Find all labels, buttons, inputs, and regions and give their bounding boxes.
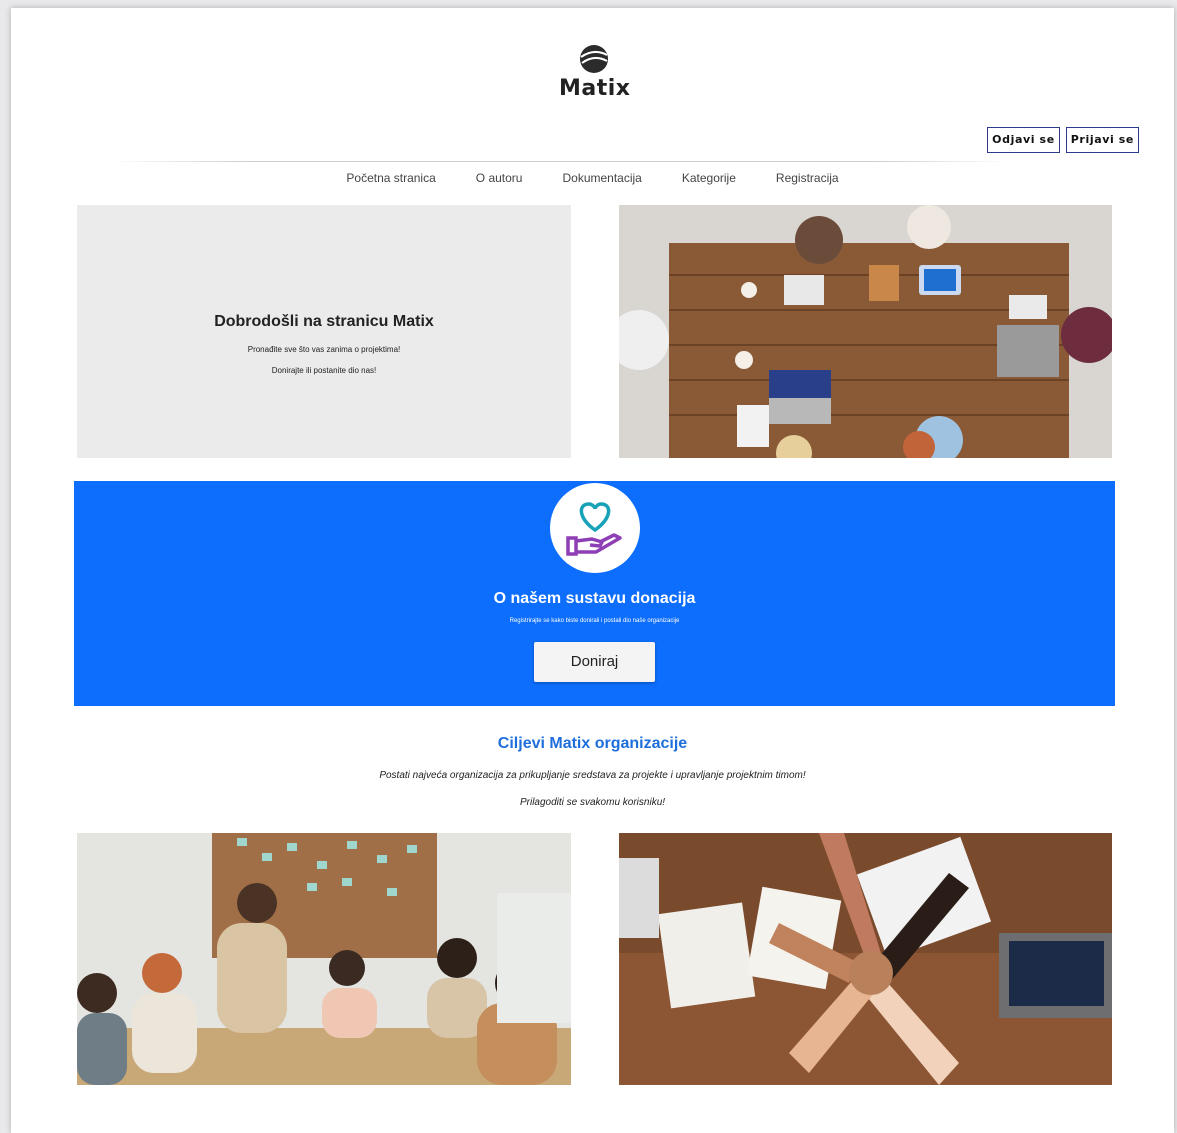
hands-together-photo <box>619 833 1112 1085</box>
goals-title: Ciljevi Matix organizacije <box>497 735 688 752</box>
main-nav: Početna stranica O autoru Dokumentacija … <box>11 171 1174 185</box>
donation-icon-circle <box>549 483 640 573</box>
welcome-panel: Dobrodošli na stranicu Matix Pronađite s… <box>77 205 571 458</box>
logout-button[interactable]: Odjavi se <box>987 127 1060 153</box>
nav-divider <box>111 161 1011 162</box>
nav-item-about-author[interactable]: O autoru <box>474 171 525 185</box>
nav-item-categories[interactable]: Kategorije <box>680 171 738 185</box>
welcome-title: Dobrodošli na stranicu Matix <box>214 313 434 330</box>
welcome-text-2: Donirajte ili postanite dio nas! <box>271 366 377 375</box>
welcome-text-1: Pronađite sve što vas zanima o projektim… <box>247 345 401 354</box>
donation-section: O našem sustavu donacija Registrirajte s… <box>74 481 1115 706</box>
meeting-table-photo <box>619 205 1112 458</box>
page: Matix Odjavi se Prijavi se Početna stran… <box>11 8 1174 1133</box>
nav-item-registration[interactable]: Registracija <box>774 171 841 185</box>
donate-button[interactable]: Doniraj <box>534 642 655 682</box>
heart-hand-icon <box>565 502 622 556</box>
team-meeting-photo <box>77 833 571 1085</box>
goals-text-1: Postati najveća organizacija za prikuplj… <box>379 770 806 781</box>
donation-text: Registrirajte se kako biste donirali i p… <box>509 618 680 624</box>
matix-logo-icon <box>580 45 608 73</box>
goals-text-2: Prilagoditi se svakomu korisniku! <box>519 797 666 808</box>
nav-item-documentation[interactable]: Dokumentacija <box>560 171 643 185</box>
brand-logo[interactable]: Matix <box>559 44 631 101</box>
nav-item-home[interactable]: Početna stranica <box>344 171 437 185</box>
donation-title: O našem sustavu donacija <box>493 590 696 607</box>
brand-name: Matix <box>559 76 631 101</box>
auth-buttons: Odjavi se Prijavi se <box>987 127 1139 153</box>
login-button[interactable]: Prijavi se <box>1065 127 1139 153</box>
